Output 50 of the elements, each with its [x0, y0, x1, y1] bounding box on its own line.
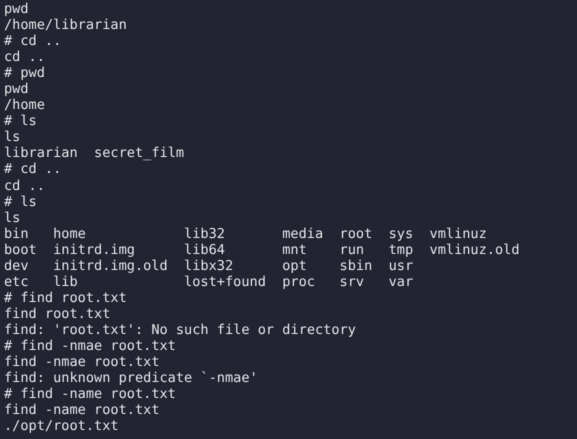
file-name: srv	[340, 274, 366, 290]
terminal-line: cd ..	[4, 49, 46, 66]
file-name: vmlinuz.old	[430, 242, 520, 258]
terminal-line: ls	[4, 129, 22, 146]
file-name: lib64	[184, 242, 226, 258]
file-name: lost+found	[184, 274, 267, 290]
terminal-line: ./opt/root.txt	[4, 418, 120, 434]
file-name: bin	[4, 226, 30, 242]
terminal-line: # cd ..	[4, 161, 62, 178]
file-name: secret_film	[94, 145, 184, 162]
terminal-line: pwd	[4, 1, 30, 18]
file-name: home	[53, 226, 87, 242]
terminal-line: # find root.txt	[4, 290, 128, 306]
terminal-line: # find -nmae root.txt	[4, 338, 177, 354]
file-name: media	[282, 226, 324, 242]
terminal-line: # cd ..	[4, 33, 62, 50]
file-name: libx32	[184, 258, 234, 274]
file-name: tmp	[388, 242, 414, 258]
terminal-line: # pwd	[4, 65, 46, 82]
terminal-line: # ls	[4, 194, 38, 210]
file-name: etc	[4, 274, 30, 290]
file-name: librarian	[4, 145, 78, 162]
file-name: initrd.img.old	[53, 258, 169, 274]
terminal-line: pwd	[4, 81, 30, 98]
file-name: var	[388, 274, 414, 290]
terminal-line: ls	[4, 210, 22, 226]
terminal-line: # find -name root.txt	[4, 386, 177, 402]
file-name: lib	[53, 274, 79, 290]
file-name: lib32	[184, 226, 226, 242]
file-name: mnt	[282, 242, 308, 258]
file-name: root	[340, 226, 374, 242]
file-name: initrd.img	[53, 242, 136, 258]
terminal-line: find -name root.txt	[4, 402, 160, 418]
file-name: usr	[388, 258, 414, 274]
terminal-line: cd ..	[4, 178, 46, 194]
file-name: opt	[282, 258, 308, 274]
file-name: vmlinuz	[430, 226, 487, 242]
file-name: dev	[4, 258, 30, 274]
terminal-line: # ls	[4, 113, 38, 130]
file-name: sys	[388, 226, 414, 242]
terminal-line: find: unknown predicate `-nmae'	[4, 370, 259, 386]
file-name: sbin	[340, 258, 374, 274]
file-name: boot	[4, 242, 38, 258]
file-name: proc	[282, 274, 316, 290]
terminal-line: find -nmae root.txt	[4, 354, 160, 370]
terminal-line: find root.txt	[4, 306, 112, 322]
terminal-line: find: 'root.txt': No such file or directory	[4, 322, 357, 338]
terminal-line: /home	[4, 97, 46, 114]
terminal-line: /home/librarian	[4, 17, 128, 34]
file-name: run	[340, 242, 366, 258]
